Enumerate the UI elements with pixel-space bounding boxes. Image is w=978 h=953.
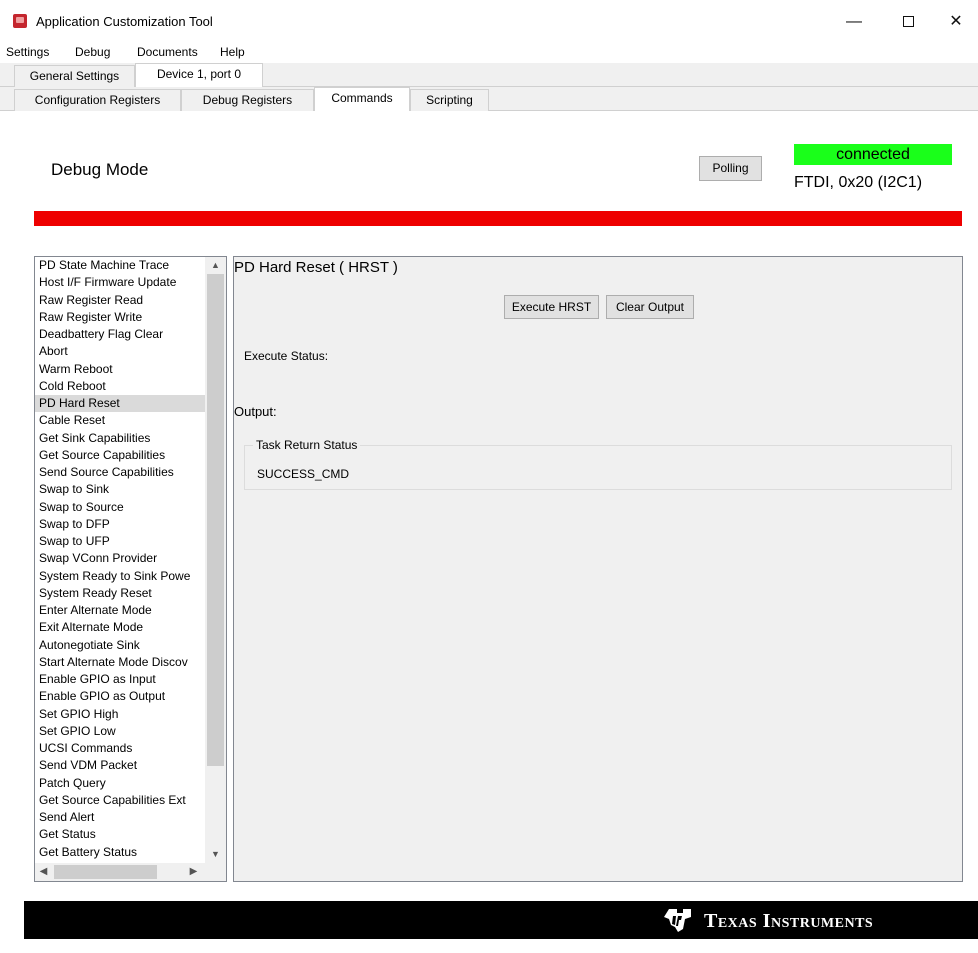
task-return-status-value: SUCCESS_CMD (257, 467, 350, 481)
list-item[interactable]: Swap to Source (35, 499, 205, 516)
minimize-button[interactable]: — (834, 8, 874, 36)
brand-text: Texas Instruments (704, 910, 874, 932)
scroll-left-icon[interactable]: ◀ (35, 863, 52, 881)
list-item[interactable]: Send Source Capabilities (35, 464, 205, 481)
list-item[interactable]: Enter Alternate Mode (35, 602, 205, 619)
list-item[interactable]: Autonegotiate Sink (35, 637, 205, 654)
list-item[interactable]: Get Source Capabilities (35, 447, 205, 464)
footer-banner: Texas Instruments (24, 901, 978, 939)
scroll-up-icon[interactable]: ▲ (205, 257, 226, 274)
list-item[interactable]: Exit Alternate Mode (35, 619, 205, 636)
list-item[interactable]: Start Alternate Mode Discov (35, 654, 205, 671)
command-panel: PD Hard Reset ( HRST ) Execute HRST Clea… (233, 256, 963, 882)
list-item[interactable]: System Ready to Sink Powe (35, 568, 205, 585)
list-item[interactable]: Enable GPIO as Input (35, 671, 205, 688)
group-title: Task Return Status (253, 438, 361, 452)
list-item[interactable]: Set GPIO Low (35, 723, 205, 740)
close-button[interactable]: ✕ (936, 8, 976, 36)
list-item[interactable]: Swap to UFP (35, 533, 205, 550)
app-icon (13, 14, 27, 28)
list-item[interactable]: PD Hard Reset (35, 395, 205, 413)
section-tab-row: Configuration Registers Debug Registers … (0, 87, 978, 111)
list-item[interactable]: System Ready Reset (35, 585, 205, 602)
clear-output-button[interactable]: Clear Output (606, 295, 694, 319)
list-item[interactable]: Raw Register Write (35, 309, 205, 326)
list-item[interactable]: Send Alert (35, 809, 205, 826)
command-list-items: PD State Machine Trace Host I/F Firmware … (35, 257, 205, 863)
list-item[interactable]: Get Status (35, 826, 205, 843)
task-return-status-group: Task Return Status SUCCESS_CMD (244, 438, 952, 490)
list-item[interactable]: Swap to Sink (35, 481, 205, 498)
tab-configuration-registers[interactable]: Configuration Registers (14, 89, 181, 111)
list-item[interactable]: Cold Reboot (35, 378, 205, 395)
list-item[interactable]: Set GPIO High (35, 706, 205, 723)
list-item[interactable]: Warm Reboot (35, 361, 205, 378)
menu-documents[interactable]: Documents (137, 45, 198, 59)
command-title: PD Hard Reset ( HRST ) (234, 259, 398, 276)
list-item[interactable]: Swap to DFP (35, 516, 205, 533)
execute-status-label: Execute Status: (244, 349, 329, 363)
alert-bar (34, 211, 962, 226)
tab-scripting[interactable]: Scripting (410, 89, 489, 111)
list-item[interactable]: Swap VConn Provider (35, 550, 205, 567)
command-list[interactable]: PD State Machine Trace Host I/F Firmware … (34, 256, 227, 882)
list-item[interactable]: PD State Machine Trace (35, 257, 205, 274)
device-tab-row: General Settings Device 1, port 0 (0, 63, 978, 87)
tab-commands[interactable]: Commands (314, 87, 410, 111)
vertical-scrollbar[interactable]: ▲ ▼ (205, 257, 226, 863)
list-item[interactable]: Cable Reset (35, 412, 205, 429)
connection-info: FTDI, 0x20 (I2C1) (794, 174, 923, 191)
scroll-right-icon[interactable]: ▶ (185, 863, 202, 881)
list-item[interactable]: Deadbattery Flag Clear (35, 326, 205, 343)
page-title: Debug Mode (51, 160, 149, 179)
ti-logo-icon (664, 909, 691, 932)
commands-page: Debug Mode Polling connected FTDI, 0x20 … (0, 111, 978, 953)
menu-settings[interactable]: Settings (6, 45, 49, 59)
list-item[interactable]: Send VDM Packet (35, 757, 205, 774)
horizontal-scrollbar[interactable]: ◀ ▶ (35, 863, 226, 881)
vertical-scroll-thumb[interactable] (207, 274, 224, 766)
scrollbar-corner (205, 863, 226, 881)
list-item[interactable]: Get Sink Capabilities (35, 430, 205, 447)
output-label: Output: (234, 404, 277, 419)
maximize-icon (902, 16, 914, 28)
list-item[interactable]: Get Source Capabilities Ext (35, 792, 205, 809)
list-item[interactable]: Enable GPIO as Output (35, 688, 205, 705)
scroll-down-icon[interactable]: ▼ (205, 846, 226, 863)
tab-general-settings[interactable]: General Settings (14, 65, 135, 87)
horizontal-scroll-thumb[interactable] (54, 865, 157, 879)
polling-button[interactable]: Polling (699, 156, 762, 181)
menu-debug[interactable]: Debug (75, 45, 110, 59)
title-bar: Application Customization Tool — ✕ (0, 0, 978, 40)
maximize-button[interactable] (888, 8, 928, 36)
tab-device-1-port-0[interactable]: Device 1, port 0 (135, 63, 263, 87)
list-item[interactable]: Host I/F Firmware Update (35, 274, 205, 291)
menu-bar: Settings Debug Documents Help (0, 42, 978, 62)
list-item[interactable]: Patch Query (35, 775, 205, 792)
connection-status-badge: connected (794, 144, 952, 165)
execute-hrst-button[interactable]: Execute HRST (504, 295, 599, 319)
tab-debug-registers[interactable]: Debug Registers (181, 89, 314, 111)
list-item[interactable]: Get Battery Status (35, 844, 205, 861)
menu-help[interactable]: Help (220, 45, 245, 59)
window-title: Application Customization Tool (36, 14, 213, 29)
list-item[interactable]: Raw Register Read (35, 292, 205, 309)
list-item[interactable]: Abort (35, 343, 205, 360)
list-item[interactable]: UCSI Commands (35, 740, 205, 757)
